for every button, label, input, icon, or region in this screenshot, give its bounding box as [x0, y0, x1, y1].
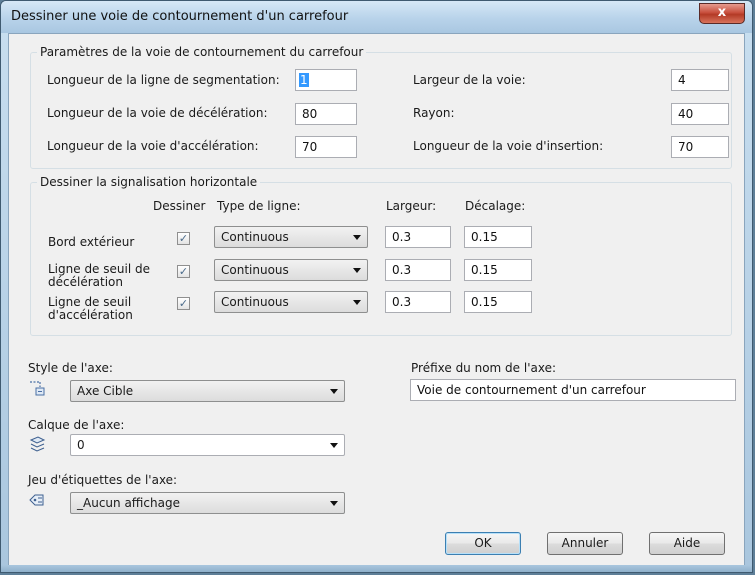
acceleration-lane-length-label: Longueur de la voie d'accélération:	[47, 139, 259, 153]
lane-width-input[interactable]: 4	[671, 69, 729, 91]
outer-edge-line-type-select[interactable]: Continuous	[214, 226, 368, 248]
axis-style-value: Axe Cible	[77, 384, 134, 398]
label-set-icon	[29, 494, 44, 506]
segmentation-line-length-input[interactable]: 1	[295, 69, 357, 91]
title-bar[interactable]: Dessiner une voie de contournement d'un …	[1, 1, 752, 33]
segmentation-line-length-label: Longueur de la ligne de segmentation:	[47, 73, 280, 87]
deceleration-lane-length-label: Longueur de la voie de décélération:	[47, 106, 268, 120]
window-title: Dessiner une voie de contournement d'un …	[11, 9, 349, 24]
outer-edge-offset-input[interactable]: 0.15	[464, 226, 532, 248]
axis-layer-value: 0	[77, 438, 85, 452]
chevron-down-icon	[330, 389, 338, 394]
radius-input[interactable]: 40	[671, 103, 729, 125]
dialog-client-area: Paramètres de la voie de contournement d…	[8, 33, 745, 566]
acceleration-threshold-line-type-value: Continuous	[221, 295, 289, 309]
width-column-header: Largeur:	[386, 199, 437, 213]
axis-name-prefix-label: Préfixe du nom de l'axe:	[411, 361, 557, 375]
acceleration-threshold-draw-checkbox[interactable]: ✓	[177, 297, 190, 310]
outer-edge-label: Bord extérieur	[48, 235, 135, 249]
horizontal-markings-group: Dessiner la signalisation horizontale De…	[30, 175, 732, 336]
axis-name-prefix-input[interactable]: Voie de contournement d'un carrefour	[410, 379, 736, 401]
insertion-lane-length-label: Longueur de la voie d'insertion:	[413, 139, 604, 153]
chevron-down-icon	[353, 268, 361, 273]
axis-style-label: Style de l'axe:	[28, 361, 113, 375]
deceleration-threshold-offset-input[interactable]: 0.15	[464, 259, 532, 281]
checkmark-icon: ✓	[178, 232, 189, 245]
deceleration-threshold-label: Ligne de seuil de décélération	[48, 262, 150, 289]
offset-column-header: Décalage:	[465, 199, 526, 213]
chevron-down-icon	[330, 501, 338, 506]
ok-button[interactable]: OK	[445, 532, 521, 555]
insertion-lane-length-input[interactable]: 70	[671, 136, 729, 158]
help-button[interactable]: Aide	[649, 532, 725, 555]
lane-width-label: Largeur de la voie:	[413, 73, 526, 87]
dialog-window: Dessiner une voie de contournement d'un …	[0, 0, 753, 573]
checkmark-icon: ✓	[178, 297, 189, 310]
chevron-down-icon	[330, 443, 338, 448]
bypass-parameters-title: Paramètres de la voie de contournement d…	[37, 45, 367, 59]
axis-layer-select[interactable]: 0	[70, 434, 345, 456]
layer-stack-icon	[29, 436, 46, 452]
outer-edge-width-input[interactable]: 0.3	[385, 226, 451, 248]
axis-labelset-select[interactable]: _Aucun affichage	[70, 492, 345, 514]
deceleration-lane-length-input[interactable]: 80	[295, 103, 357, 125]
deceleration-threshold-width-input[interactable]: 0.3	[385, 259, 451, 281]
outer-edge-line-type-value: Continuous	[221, 230, 289, 244]
window-bottom-border	[1, 565, 752, 572]
chevron-down-icon	[353, 235, 361, 240]
line-type-column-header: Type de ligne:	[217, 199, 301, 213]
segmentation-line-length-value: 1	[299, 73, 309, 87]
close-button[interactable]: x	[699, 3, 745, 24]
close-icon: x	[717, 5, 727, 20]
outer-edge-draw-checkbox[interactable]: ✓	[177, 232, 190, 245]
acceleration-threshold-width-input[interactable]: 0.3	[385, 291, 451, 313]
deceleration-threshold-line-type-value: Continuous	[221, 263, 289, 277]
axis-labelset-label: Jeu d'étiquettes de l'axe:	[28, 473, 178, 487]
deceleration-threshold-draw-checkbox[interactable]: ✓	[177, 265, 190, 278]
acceleration-threshold-line-type-select[interactable]: Continuous	[214, 291, 368, 313]
horizontal-markings-title: Dessiner la signalisation horizontale	[37, 175, 261, 189]
radius-label: Rayon:	[413, 106, 455, 120]
bypass-parameters-group: Paramètres de la voie de contournement d…	[30, 45, 732, 169]
acceleration-lane-length-input[interactable]: 70	[295, 136, 357, 158]
deceleration-threshold-line-type-select[interactable]: Continuous	[214, 259, 368, 281]
axis-style-select[interactable]: Axe Cible	[70, 380, 345, 402]
axis-labelset-value: _Aucun affichage	[77, 496, 180, 510]
draw-column-header: Dessiner	[153, 199, 206, 213]
checkmark-icon: ✓	[178, 265, 189, 278]
chevron-down-icon	[353, 300, 361, 305]
cancel-button[interactable]: Annuler	[547, 532, 623, 555]
axis-layer-label: Calque de l'axe:	[28, 418, 125, 432]
acceleration-threshold-label: Ligne de seuil d'accélération	[48, 295, 133, 322]
acceleration-threshold-offset-input[interactable]: 0.15	[464, 291, 532, 313]
axis-style-icon	[30, 381, 45, 396]
